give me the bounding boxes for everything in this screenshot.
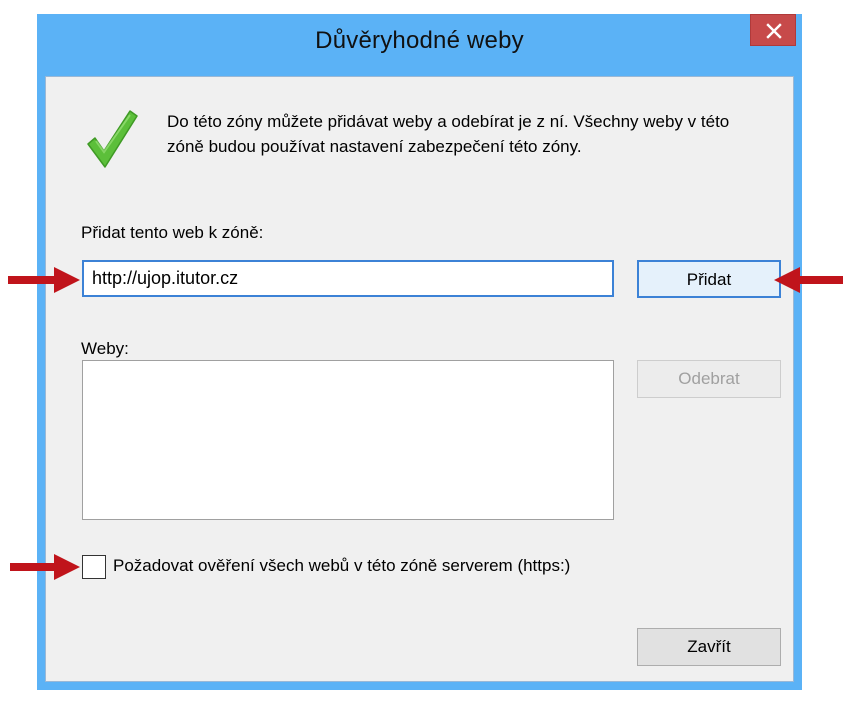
zone-description: Do této zóny můžete přidávat weby a odeb…: [167, 112, 730, 156]
site-url-input[interactable]: [82, 260, 614, 297]
red-arrow-icon: [10, 554, 80, 580]
dialog-body: Do této zóny můžete přidávat weby a odeb…: [45, 76, 794, 682]
close-button[interactable]: Zavřít: [637, 628, 781, 666]
red-arrow-icon: [8, 267, 80, 293]
trusted-sites-dialog: Důvěryhodné weby Do této zóny můžete při…: [37, 14, 802, 690]
sites-list[interactable]: [82, 360, 614, 520]
checkmark-icon: [87, 110, 138, 168]
title-bar[interactable]: Důvěryhodné weby: [37, 14, 802, 72]
add-button[interactable]: Přidat: [637, 260, 781, 298]
close-icon: [766, 23, 782, 39]
red-arrow-icon: [774, 267, 843, 293]
require-https-label[interactable]: Požadovat ověření všech webů v této zóně…: [113, 556, 570, 576]
sites-label: Weby:: [81, 339, 129, 358]
require-https-checkbox[interactable]: [82, 555, 106, 579]
add-site-label: Přidat tento web k zóně:: [81, 223, 264, 242]
remove-button: Odebrat: [637, 360, 781, 398]
close-window-button[interactable]: [750, 14, 796, 46]
dialog-title: Důvěryhodné weby: [315, 27, 524, 54]
